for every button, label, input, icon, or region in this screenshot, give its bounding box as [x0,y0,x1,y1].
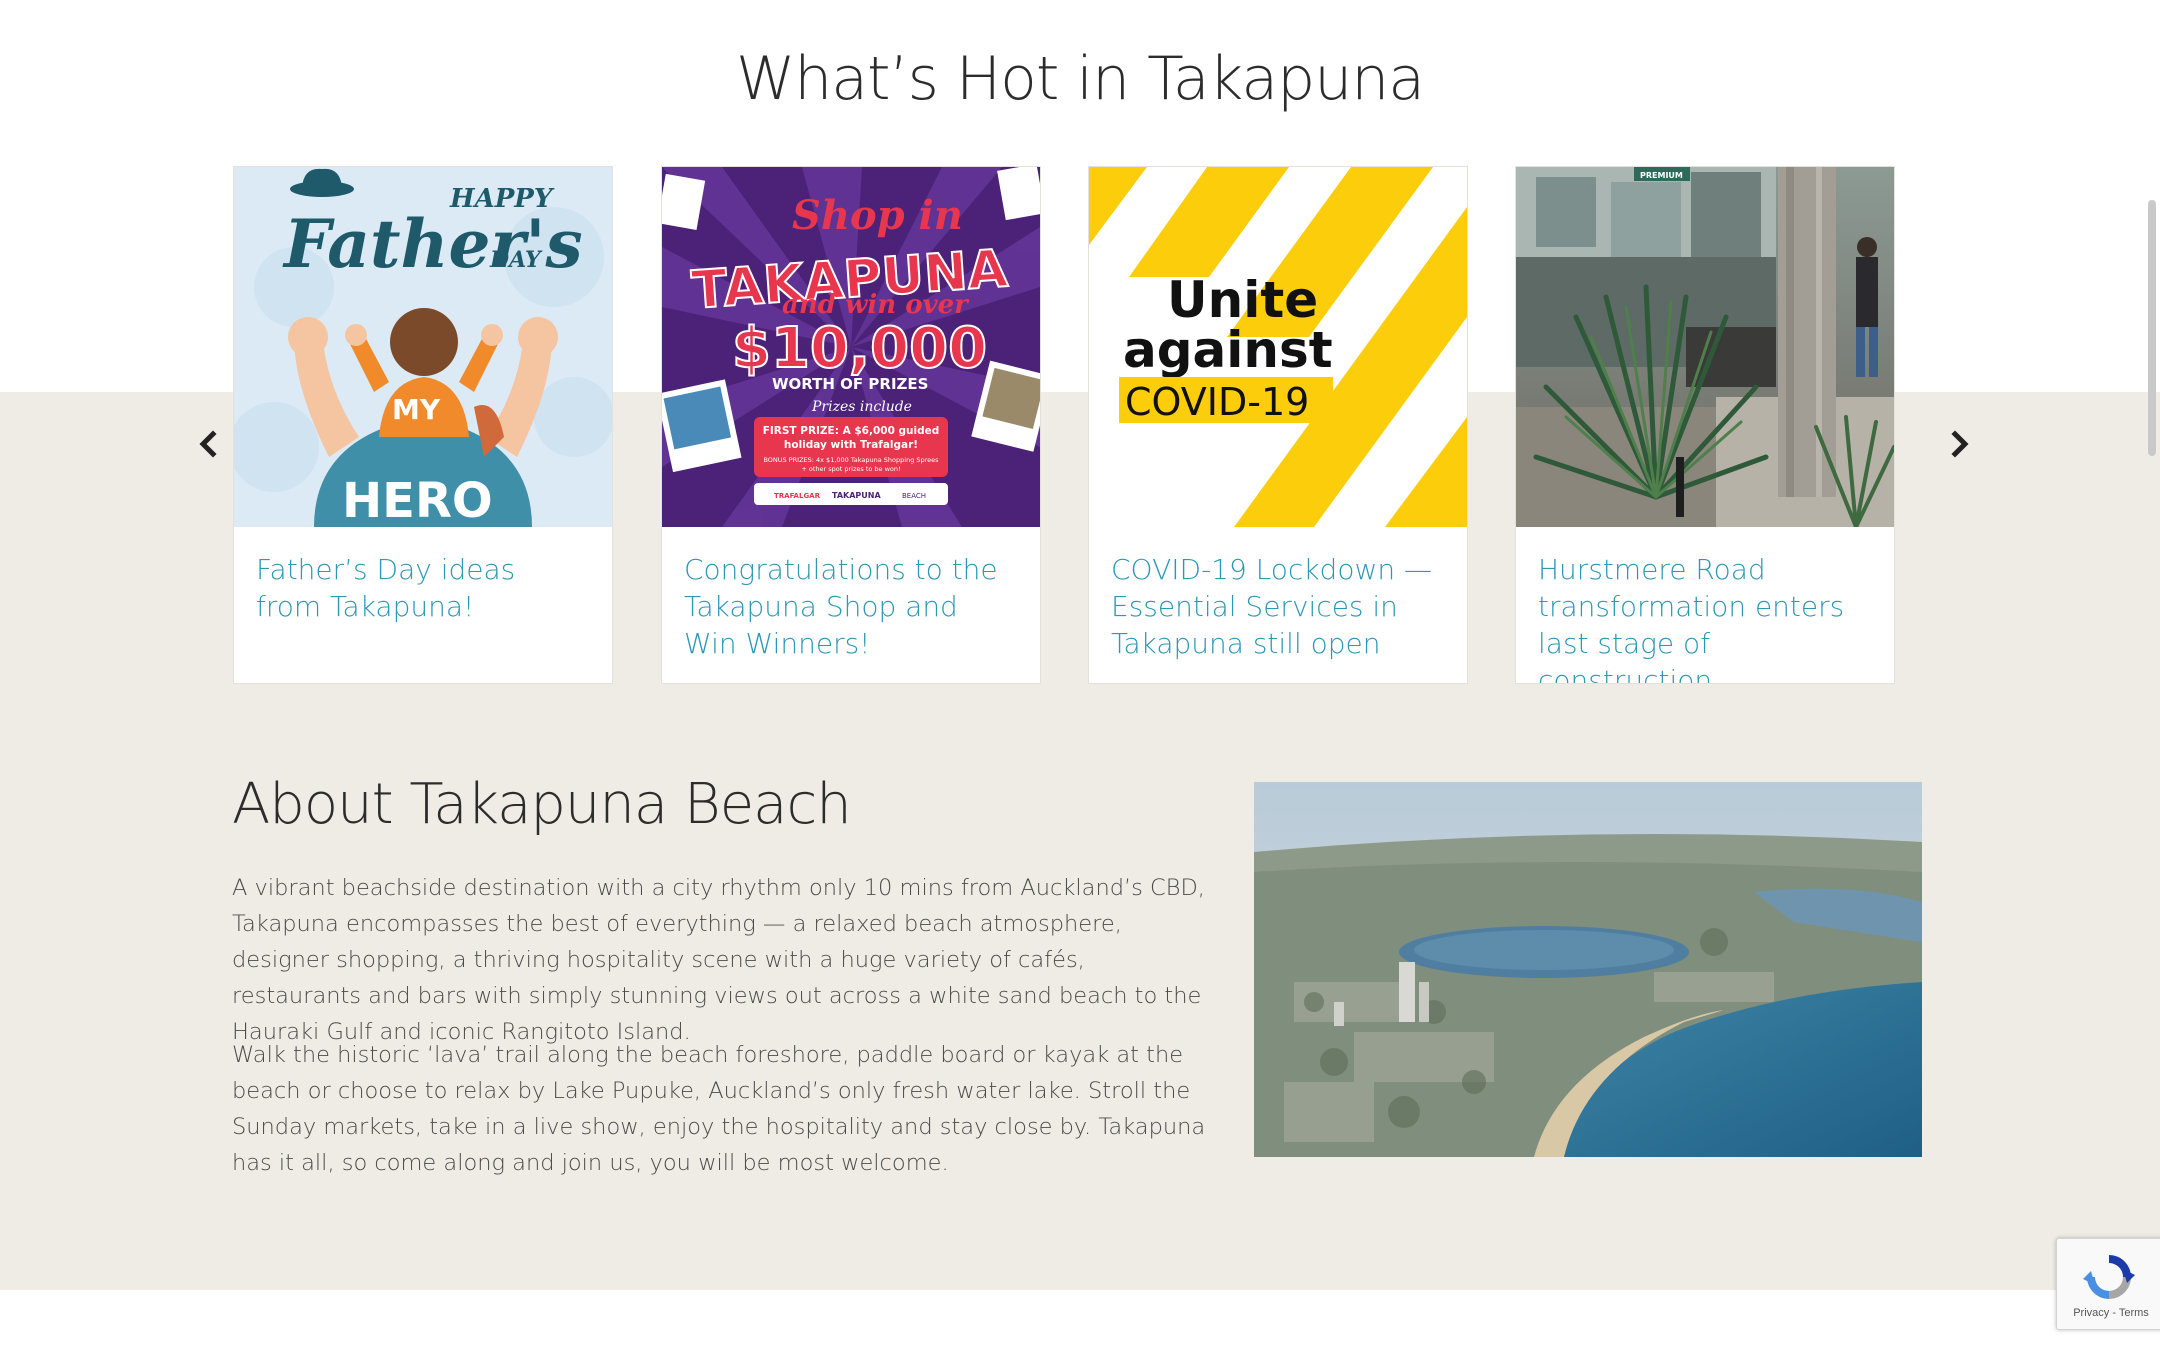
fathers-day-image: HAPPY Father's DAY MY HERO [234,167,612,527]
svg-text:COVID-19: COVID-19 [1125,380,1309,424]
whats-hot-heading: What’s Hot in Takapuna [735,44,1425,114]
recaptcha-privacy-link[interactable]: Privacy [2073,1307,2109,1319]
svg-text:WORTH OF PRIZES: WORTH OF PRIZES [772,375,928,393]
recaptcha-logo-icon [2083,1255,2135,1299]
svg-text:HERO: HERO [342,473,493,527]
hurstmere-road-image: PREMIUM [1516,167,1894,527]
svg-text:against: against [1123,321,1333,379]
svg-text:$10,000: $10,000 [732,316,987,381]
page-scrollbar-thumb[interactable] [2148,200,2156,456]
card-title-link[interactable]: Hurstmere Road transformation enters las… [1538,551,1868,683]
svg-text:TRAFALGAR: TRAFALGAR [774,492,821,500]
svg-text:Shop in: Shop in [792,192,963,239]
news-card-fathers-day[interactable]: HAPPY Father's DAY MY HERO Father’s Day … [233,166,613,684]
about-heading: About Takapuna Beach [232,772,852,837]
recaptcha-badge[interactable]: Privacy - Terms [2056,1238,2160,1330]
recaptcha-terms-link[interactable]: Terms [2119,1307,2149,1319]
svg-text:BEACH: BEACH [902,492,926,500]
card-title-link[interactable]: Congratulations to the Takapuna Shop and… [684,551,1014,662]
svg-text:DAY: DAY [489,247,543,273]
svg-text:+ other spot prizes to be won!: + other spot prizes to be won! [801,465,900,473]
about-paragraph-1: A vibrant beachside destination with a c… [232,875,1205,1045]
svg-text:PREMIUM: PREMIUM [1640,171,1683,180]
svg-text:holiday with Trafalgar!: holiday with Trafalgar! [784,439,918,451]
shop-and-win-image: Shop in TAKAPUNA and win over $10,000 WO… [662,167,1040,527]
news-card-covid-lockdown[interactable]: Unite against COVID-19 COVID-19 Lockdown… [1088,166,1468,684]
news-card-hurstmere-road[interactable]: PREMIUM Hurstmere Road transformation en… [1515,166,1895,684]
carousel-prev-button[interactable] [188,424,228,464]
chevron-right-icon [1951,430,1969,458]
recaptcha-links: Privacy - Terms [2057,1307,2160,1319]
svg-text:FIRST PRIZE: A $6,000 guided: FIRST PRIZE: A $6,000 guided [763,425,940,437]
aerial-takapuna-photo [1254,782,1922,1157]
unite-against-covid-image: Unite against COVID-19 [1089,167,1467,527]
news-card-shop-and-win[interactable]: Shop in TAKAPUNA and win over $10,000 WO… [661,166,1041,684]
recaptcha-separator: - [2109,1307,2119,1319]
svg-text:TAKAPUNA: TAKAPUNA [832,491,881,500]
chevron-left-icon [199,430,217,458]
svg-text:MY: MY [392,393,441,426]
about-paragraph-2: Walk the historic ‘lava’ trail along the… [232,1042,1206,1176]
card-title-link[interactable]: Father’s Day ideas from Takapuna! [256,551,586,625]
svg-text:BONUS PRIZES: 4x $1,000 Takapu: BONUS PRIZES: 4x $1,000 Takapuna Shoppin… [763,456,939,464]
carousel-next-button[interactable] [1940,424,1980,464]
footer-edge [0,1290,2160,1350]
svg-text:Prizes include: Prizes include [811,399,912,415]
card-title-link[interactable]: COVID-19 Lockdown — Essential Services i… [1111,551,1441,662]
